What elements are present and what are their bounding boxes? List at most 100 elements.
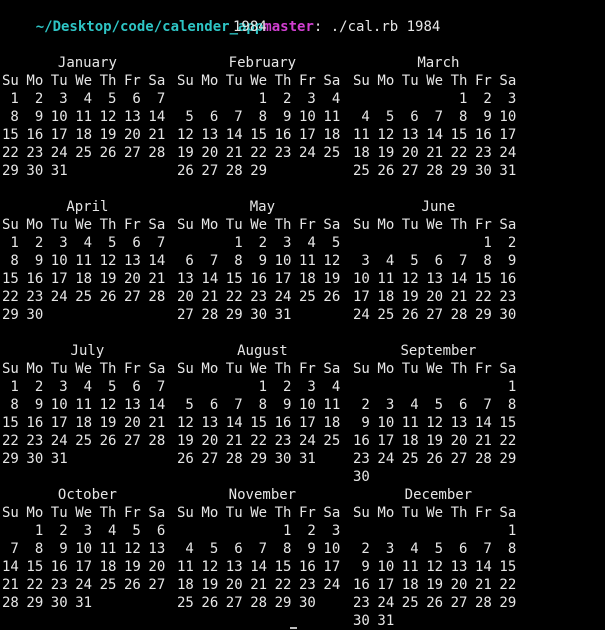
day-cell: 25 [99,577,117,593]
weekday-header: Th [274,361,292,377]
day-cell: 11 [323,109,341,125]
day-cell: 15 [250,415,268,431]
day-cell: 27 [148,577,166,593]
day-cell: 23 [50,577,68,593]
weekday-header: Mo [26,73,44,89]
day-cell: 30 [499,307,517,323]
day-cell: 18 [99,559,117,575]
day-cell: 14 [201,271,219,287]
prompt-command: ./cal.rb 1984 [322,19,441,35]
day-cell: 17 [75,559,93,575]
day-cell: 12 [323,253,341,269]
day-cell: 14 [450,271,468,287]
day-cell: 9 [250,253,268,269]
day-cell: 23 [274,433,292,449]
day-cell: 6 [124,235,141,251]
day-cell: 14 [475,559,492,575]
year-heading: 1984 [233,19,267,35]
month-title: October [57,487,117,503]
day-cell: 25 [177,595,194,611]
day-cell: 28 [2,595,19,611]
weekday-header: Su [177,217,194,233]
day-cell: 5 [426,541,444,557]
day-cell: 4 [99,523,117,539]
day-cell: 9 [274,397,292,413]
month-title: February [228,55,297,71]
day-cell: 23 [26,145,44,161]
day-cell: 22 [499,433,517,449]
day-cell: 3 [50,235,68,251]
weekday-header: Sa [323,73,341,89]
day-cell: 13 [225,559,243,575]
weekday-header: Sa [323,361,341,377]
weekday-header: Sa [499,73,517,89]
day-cell: 29 [250,163,268,179]
terminal-window[interactable]: ~/Desktop/code/calender_appmaster: ./cal… [0,0,605,630]
day-cell: 16 [274,127,292,143]
day-cell: 13 [201,415,219,431]
weekday-header: Su [177,73,194,89]
day-cell: 16 [50,559,68,575]
day-cell: 21 [201,289,219,305]
day-cell: 30 [26,451,44,467]
day-cell: 5 [323,235,341,251]
day-cell: 29 [2,451,19,467]
day-cell: 31 [50,163,68,179]
weekday-header: Mo [201,217,219,233]
day-cell: 12 [99,253,117,269]
day-cell: 14 [475,415,492,431]
day-cell: 3 [299,379,316,395]
day-cell: 28 [225,163,243,179]
month-title: August [237,343,288,359]
day-cell: 19 [124,559,141,575]
weekday-header: Fr [299,73,316,89]
day-cell: 18 [75,271,93,287]
day-cell: 31 [274,307,292,323]
day-cell: 13 [124,109,141,125]
day-cell: 9 [26,253,44,269]
day-cell: 22 [499,577,517,593]
day-cell: 20 [450,433,468,449]
weekday-header: Th [450,73,468,89]
day-cell: 22 [475,289,492,305]
day-cell: 24 [75,577,93,593]
day-cell: 2 [353,397,370,413]
day-cell: 6 [124,379,141,395]
weekday-header: Su [2,361,19,377]
day-cell: 30 [26,163,44,179]
day-cell: 18 [75,127,93,143]
day-cell: 25 [299,289,316,305]
day-cell: 4 [401,541,419,557]
day-cell: 12 [401,271,419,287]
day-cell: 23 [353,595,370,611]
day-cell: 27 [201,451,219,467]
weekday-header: We [250,73,268,89]
day-cell: 25 [323,433,341,449]
weekday-header: Mo [377,361,395,377]
day-cell: 3 [323,523,341,539]
day-cell: 28 [450,307,468,323]
day-cell: 4 [75,91,93,107]
day-cell: 2 [499,235,517,251]
weekday-header: Tu [401,361,419,377]
weekday-header: Tu [225,217,243,233]
day-cell: 10 [75,541,93,557]
day-cell: 14 [250,559,268,575]
weekday-header: Fr [124,361,141,377]
day-cell: 30 [353,469,370,485]
weekday-header: Fr [299,361,316,377]
weekday-header: Su [2,217,19,233]
day-cell: 15 [225,271,243,287]
weekday-header: Sa [148,361,166,377]
weekday-header: Su [2,505,19,521]
day-cell: 29 [499,595,517,611]
day-cell: 13 [124,253,141,269]
day-cell: 26 [124,577,141,593]
day-cell: 15 [475,271,492,287]
day-cell: 7 [225,109,243,125]
day-cell: 29 [2,163,19,179]
day-cell: 9 [274,109,292,125]
day-cell: 25 [401,451,419,467]
day-cell: 30 [299,595,316,611]
day-cell: 9 [299,541,316,557]
